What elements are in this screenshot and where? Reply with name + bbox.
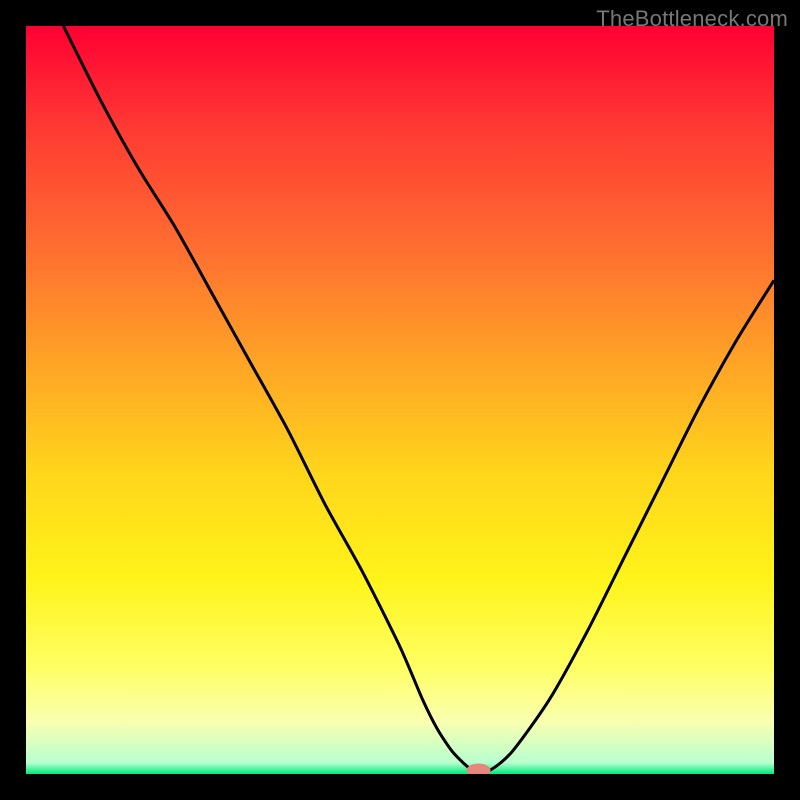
gradient-background — [26, 26, 774, 774]
chart-svg — [0, 0, 800, 800]
watermark-text: TheBottleneck.com — [596, 6, 788, 32]
bottleneck-chart: TheBottleneck.com — [0, 0, 800, 800]
plot-area — [26, 26, 774, 777]
